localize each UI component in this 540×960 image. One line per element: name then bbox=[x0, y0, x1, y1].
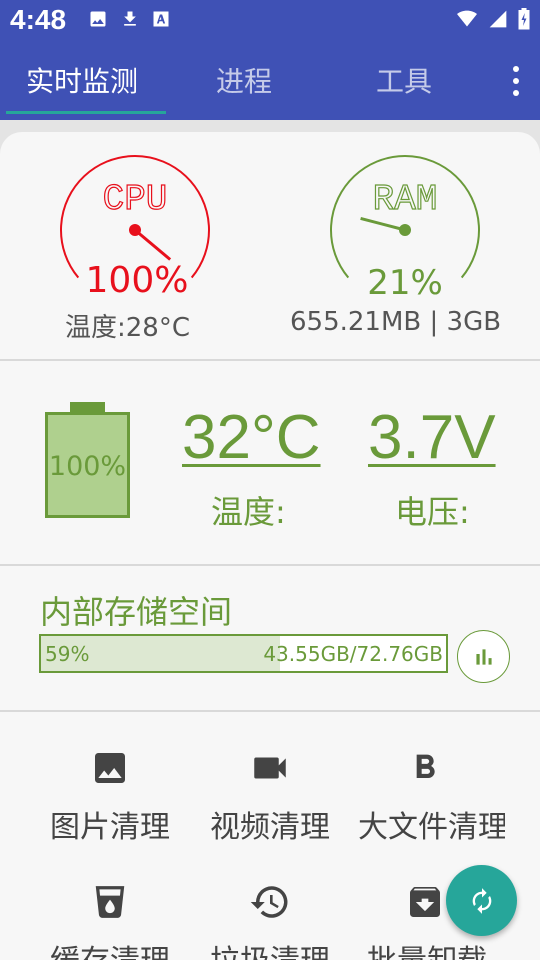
gauges-section: CPU 100% RAM 21% 温度:28°C 655.21MB | 3GB bbox=[0, 132, 540, 360]
storage-percent: 59% bbox=[45, 642, 90, 666]
divider bbox=[0, 359, 540, 361]
tab-tools[interactable]: 工具 bbox=[376, 60, 432, 100]
monitor-card: CPU 100% RAM 21% 温度:28°C 655.21MB | 3GB bbox=[0, 132, 540, 960]
download-icon bbox=[124, 11, 136, 26]
tab-bar: 实时监测 进程 工具 bbox=[0, 44, 540, 116]
battery-cap bbox=[70, 402, 105, 412]
battery-icon bbox=[518, 8, 530, 30]
tool-cache-cleanup[interactable]: 缓存清理 bbox=[25, 876, 195, 960]
history-icon bbox=[250, 886, 288, 918]
storage-title: 内部存储空间 bbox=[40, 593, 233, 631]
bold-b-icon bbox=[416, 754, 435, 778]
tool-label: 图片清理 bbox=[50, 810, 170, 845]
wifi-icon bbox=[457, 10, 477, 27]
overflow-menu-button[interactable] bbox=[506, 66, 526, 96]
videocam-icon bbox=[254, 757, 286, 779]
archive-icon bbox=[410, 887, 440, 917]
cup-icon bbox=[95, 886, 125, 918]
ram-gauge-percent: 21% bbox=[367, 263, 443, 303]
tool-label: 大文件清理 bbox=[358, 810, 505, 845]
bar-chart-icon bbox=[475, 648, 492, 665]
tool-image-cleanup[interactable]: 图片清理 bbox=[25, 742, 195, 862]
signal-icon bbox=[489, 10, 507, 28]
tool-video-cleanup[interactable]: 视频清理 bbox=[185, 742, 355, 862]
cpu-gauge: CPU 100% bbox=[60, 155, 210, 301]
ram-gauge-name: RAM bbox=[373, 179, 438, 220]
ram-gauge-needle bbox=[360, 216, 406, 232]
storage-chart-button[interactable] bbox=[457, 630, 510, 683]
storage-progress-bar: 59% 43.55GB/72.76GB bbox=[39, 634, 448, 673]
battery-gauge: 100% bbox=[45, 412, 130, 518]
image-icon bbox=[95, 753, 125, 783]
ram-gauge-hub bbox=[399, 224, 411, 236]
ram-usage-label: 655.21MB | 3GB bbox=[290, 307, 502, 337]
more-vert-icon bbox=[513, 66, 519, 72]
tool-label: 批量卸载 bbox=[345, 936, 505, 960]
divider bbox=[0, 564, 540, 566]
battery-level: 100% bbox=[48, 451, 127, 482]
refresh-fab-button[interactable] bbox=[446, 865, 517, 936]
tool-label: 缓存清理 bbox=[25, 936, 195, 960]
tool-label: 垃圾清理 bbox=[185, 936, 355, 960]
image-icon bbox=[90, 11, 106, 27]
cpu-gauge-name: CPU bbox=[103, 179, 168, 220]
battery-voltage-label: 电压: bbox=[395, 493, 470, 531]
refresh-icon bbox=[472, 887, 491, 914]
tab-processes[interactable]: 进程 bbox=[216, 60, 272, 100]
storage-section: 内部存储空间 59% 43.55GB/72.76GB bbox=[0, 567, 540, 710]
tab-indicator bbox=[6, 111, 166, 114]
battery-section: 100% 32°C 温度: 3.7V 电压: bbox=[0, 362, 540, 565]
tool-junk-cleanup[interactable]: 垃圾清理 bbox=[185, 876, 355, 960]
status-bar: 4:48 bbox=[0, 0, 540, 44]
tab-realtime-monitor[interactable]: 实时监测 bbox=[26, 60, 138, 100]
status-time: 4:48 bbox=[10, 4, 67, 35]
main-content: CPU 100% RAM 21% 温度:28°C 655.21MB | 3GB bbox=[0, 120, 540, 960]
battery-voltage-value: 3.7V bbox=[368, 403, 496, 472]
font-icon bbox=[153, 11, 169, 27]
tool-large-file-cleanup[interactable]: 大文件清理 bbox=[345, 742, 505, 862]
storage-amount: 43.55GB/72.76GB bbox=[263, 642, 443, 666]
gauges-svg: CPU 100% RAM 21% bbox=[60, 155, 480, 303]
cpu-temperature-label: 温度:28°C bbox=[65, 313, 190, 343]
cpu-gauge-hub bbox=[129, 224, 141, 236]
ram-gauge: RAM 21% bbox=[330, 155, 480, 303]
battery-temperature-value: 32°C bbox=[182, 403, 321, 472]
tool-label: 视频清理 bbox=[210, 810, 330, 845]
cpu-gauge-needle bbox=[134, 228, 172, 261]
cpu-gauge-percent: 100% bbox=[86, 260, 189, 301]
battery-temperature-label: 温度: bbox=[211, 493, 286, 531]
